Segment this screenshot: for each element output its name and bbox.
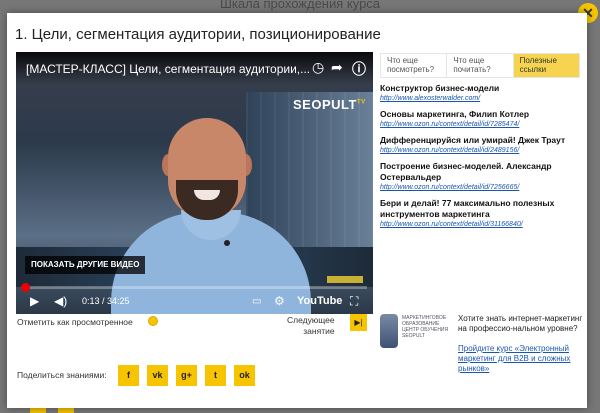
list-item: Построение бизнес-моделей. Александр Ост… (380, 161, 585, 193)
background-page-title: Шкала прохождения курса (219, 0, 381, 11)
link-title: Основы маркетинга, Филип Котлер (380, 109, 530, 119)
promo-text: Хотите знать интернет-маркетинг на профе… (458, 314, 583, 333)
share-label: Поделиться знаниями: (17, 370, 107, 380)
video-title[interactable]: [МАСТЕР-КЛАСС] Цели, сегментация аудитор… (26, 62, 314, 76)
watermark (327, 276, 363, 283)
googleplus-icon[interactable]: g+ (176, 365, 197, 386)
play-icon[interactable]: ▶ (30, 294, 39, 308)
channel-logo-sup: TV (356, 99, 366, 106)
tab-read-more[interactable]: Что еще почитать? (447, 54, 514, 77)
useful-links-list: Конструктор бизнес-модели http://www.ale… (380, 83, 585, 235)
link-url[interactable]: http://www.ozon.ru/context/detail/id/311… (380, 220, 585, 230)
link-title: Построение бизнес-моделей. Александр Ост… (380, 161, 552, 182)
facebook-icon[interactable]: f (118, 365, 139, 386)
list-item: Основы маркетинга, Филип Котлер http://w… (380, 109, 585, 130)
progress-bar[interactable] (21, 283, 367, 292)
video-frame (16, 52, 373, 314)
lesson-title: 1. Цели, сегментация аудитории, позицион… (15, 26, 381, 43)
school-logo-icon (380, 314, 398, 348)
volume-icon[interactable]: ◀) (54, 294, 67, 308)
time-display: 0:13 / 34:25 (82, 296, 130, 306)
youtube-logo[interactable]: YouTube (297, 295, 342, 307)
resources-tabs: Что еще посмотреть? Что еще почитать? По… (380, 53, 580, 78)
next-lesson-line2: занятие (303, 326, 335, 336)
next-lesson-button[interactable]: ▶| (350, 314, 367, 331)
video-player[interactable]: [МАСТЕР-КЛАСС] Цели, сегментация аудитор… (16, 52, 373, 314)
lapel-mic (224, 240, 230, 246)
lesson-modal: 1. Цели, сегментация аудитории, позицион… (7, 13, 587, 408)
video-controls: ▶ ◀) 0:13 / 34:25 ▭ ⚙ YouTube ⛶ (16, 290, 373, 314)
next-lesson-label: Следующее занятие (287, 315, 335, 337)
link-url[interactable]: http://www.ozon.ru/context/detail/id/725… (380, 183, 585, 193)
odnoklassniki-icon[interactable]: ok (234, 365, 255, 386)
link-url[interactable]: http://www.alexosterwalder.com/ (380, 94, 585, 104)
link-title: Бери и делай! 77 максимально полезных ин… (380, 198, 555, 219)
share-icon[interactable]: ➦ (331, 59, 343, 76)
tab-watch-more[interactable]: Что еще посмотреть? (381, 54, 448, 77)
settings-icon[interactable]: ⚙ (274, 294, 285, 308)
tab-useful-links[interactable]: Полезные ссылки (513, 54, 579, 77)
list-item: Дифференцируйся или умирай! Джек Траут h… (380, 135, 585, 156)
fullscreen-icon[interactable]: ⛶ (350, 294, 358, 309)
clock-icon[interactable]: ◷ (312, 59, 324, 76)
vk-icon[interactable]: vk (147, 365, 168, 386)
next-lesson-line1: Следующее (287, 315, 335, 325)
list-item: Бери и делай! 77 максимально полезных ин… (380, 198, 585, 230)
list-item: Конструктор бизнес-модели http://www.ale… (380, 83, 585, 104)
info-icon[interactable]: ⓘ (352, 59, 366, 79)
twitter-icon[interactable]: t (205, 365, 226, 386)
subtitles-icon[interactable]: ▭ (252, 296, 261, 307)
mark-watched-toggle[interactable] (148, 316, 158, 326)
link-url[interactable]: http://www.ozon.ru/context/detail/id/248… (380, 146, 585, 156)
promo-course-link[interactable]: Пройдите курс «Электронный маркетинг для… (458, 344, 588, 374)
more-videos-button[interactable]: ПОКАЗАТЬ ДРУГИЕ ВИДЕО (25, 256, 146, 274)
mark-watched-label: Отметить как просмотренное (17, 317, 133, 327)
channel-logo: SEOPULTTV (293, 97, 366, 112)
school-name: МАРКЕТИНГОВОЕ ОБРАЗОВАНИЕ ЦЕНТР ОБУЧЕНИЯ… (402, 315, 449, 339)
link-title: Дифференцируйся или умирай! Джек Траут (380, 135, 566, 145)
link-url[interactable]: http://www.ozon.ru/context/detail/id/728… (380, 120, 585, 130)
link-title: Конструктор бизнес-модели (380, 83, 500, 93)
channel-logo-text: SEOPULT (293, 97, 357, 112)
